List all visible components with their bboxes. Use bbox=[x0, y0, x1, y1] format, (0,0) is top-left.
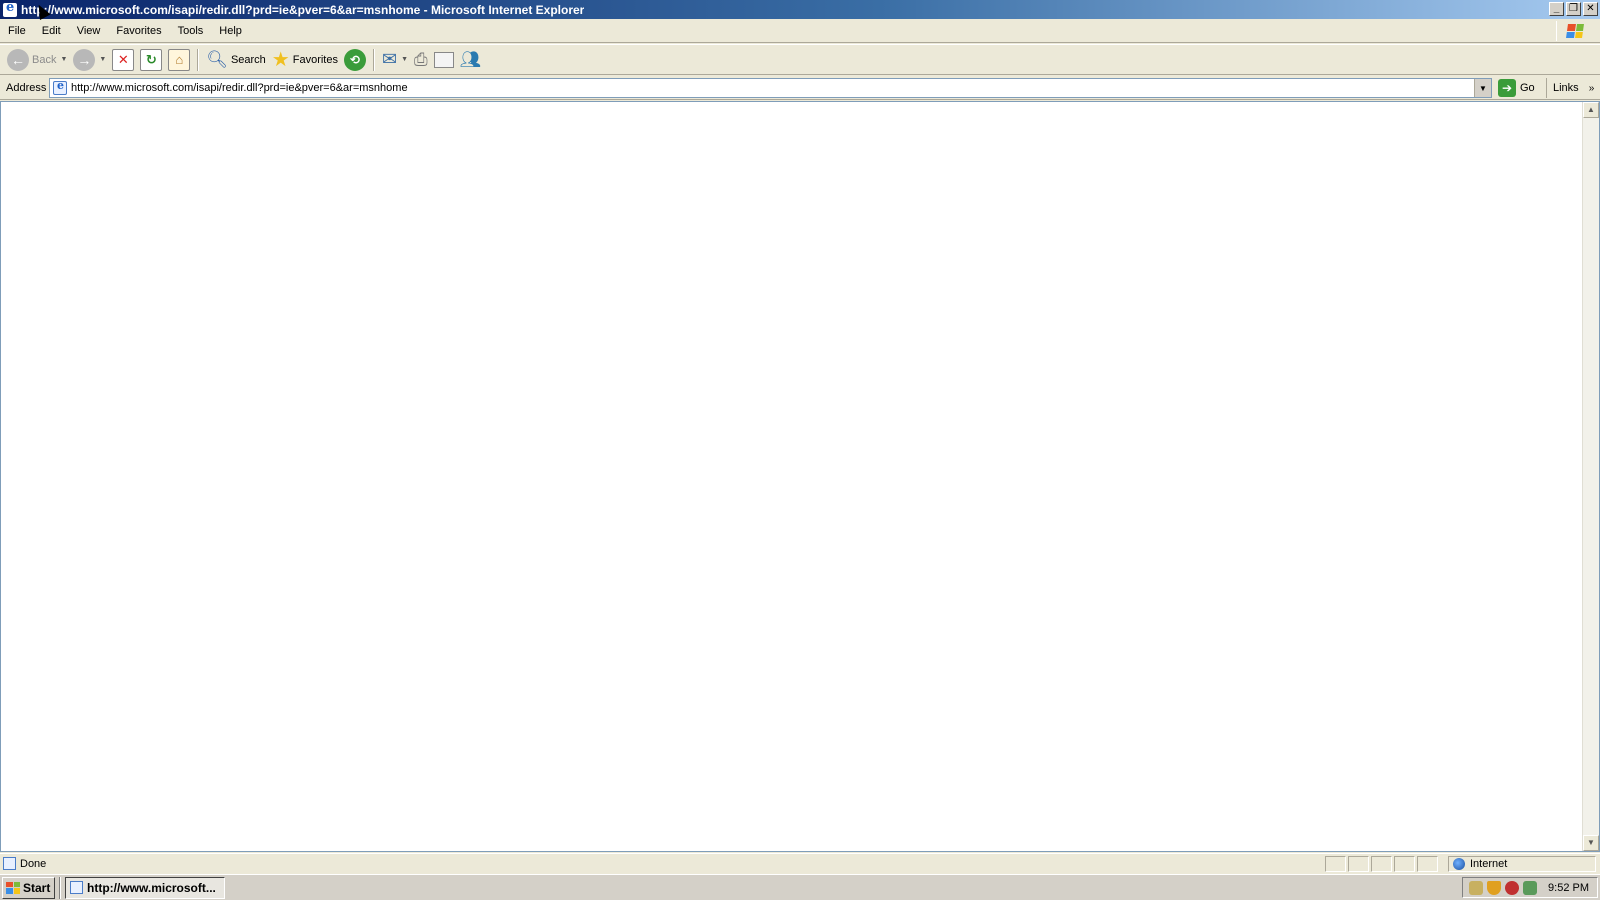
mail-icon: ✉ bbox=[381, 49, 398, 69]
window-title: http://www.microsoft.com/isapi/redir.dll… bbox=[21, 2, 585, 17]
search-label: Search bbox=[230, 53, 266, 66]
page-content[interactable]: ▲ ▼ bbox=[0, 101, 1600, 852]
minimize-button[interactable]: _ bbox=[1549, 2, 1564, 16]
stop-icon: ✕ bbox=[112, 48, 135, 71]
status-bar: Done Internet bbox=[0, 853, 1600, 873]
mail-dropdown-icon[interactable]: ▼ bbox=[401, 56, 408, 63]
security-zone[interactable]: Internet bbox=[1448, 856, 1596, 872]
print-button[interactable]: ⎙ bbox=[411, 47, 431, 73]
history-icon: ⟲ bbox=[343, 48, 366, 71]
status-pane bbox=[1371, 856, 1392, 872]
sync-icon[interactable] bbox=[1523, 880, 1537, 895]
forward-button[interactable]: → ▼ bbox=[70, 47, 109, 73]
printer-icon: ⎙ bbox=[414, 49, 428, 69]
title-bar[interactable]: http://www.microsoft.com/isapi/redir.dll… bbox=[0, 0, 1600, 19]
history-button[interactable]: ⟲ bbox=[341, 47, 369, 73]
mail-button[interactable]: ✉ ▼ bbox=[379, 47, 411, 73]
edit-page-icon bbox=[433, 51, 454, 68]
menu-favorites[interactable]: Favorites bbox=[108, 25, 169, 37]
ie-icon bbox=[70, 881, 83, 894]
address-dropdown-icon[interactable]: ▼ bbox=[1474, 79, 1491, 97]
messenger-icon: 👥︎ bbox=[459, 49, 482, 69]
menu-file[interactable]: File bbox=[0, 25, 34, 37]
links-toolbar[interactable]: Links » bbox=[1546, 78, 1594, 98]
toolbar-separator bbox=[197, 48, 200, 71]
shield-icon[interactable] bbox=[1487, 880, 1501, 895]
links-label: Links bbox=[1553, 82, 1579, 94]
globe-icon bbox=[1453, 858, 1465, 870]
windows-flag-icon bbox=[6, 881, 20, 894]
status-left: Done bbox=[0, 857, 46, 870]
antivirus-icon[interactable] bbox=[1505, 880, 1519, 895]
status-panes bbox=[1325, 856, 1438, 872]
address-input[interactable] bbox=[71, 80, 1474, 96]
address-bar: Address ▼ ➔ Go Links » bbox=[0, 76, 1600, 100]
address-label: Address bbox=[6, 81, 47, 94]
windows-logo bbox=[1556, 21, 1592, 41]
status-pane bbox=[1394, 856, 1415, 872]
back-label: Back bbox=[32, 53, 57, 66]
favorites-button[interactable]: ★ Favorites bbox=[269, 47, 341, 73]
star-icon: ★ bbox=[271, 48, 290, 71]
scroll-up-button[interactable]: ▲ bbox=[1583, 102, 1599, 118]
page-icon bbox=[53, 79, 67, 95]
taskbar: Start http://www.microsoft... 9:52 PM bbox=[0, 874, 1600, 900]
messenger-button[interactable]: 👥︎ bbox=[457, 47, 485, 73]
forward-dropdown-icon[interactable]: ▼ bbox=[99, 56, 106, 63]
search-button[interactable]: 🔍︎ Search bbox=[203, 47, 268, 73]
back-dropdown-icon[interactable]: ▼ bbox=[60, 56, 67, 63]
close-button[interactable]: ✕ bbox=[1583, 2, 1598, 16]
taskbar-separator bbox=[59, 876, 61, 899]
search-icon: 🔍︎ bbox=[206, 49, 228, 69]
start-label: Start bbox=[23, 880, 51, 895]
menu-edit[interactable]: Edit bbox=[34, 25, 69, 37]
status-text: Done bbox=[20, 857, 47, 870]
status-pane bbox=[1325, 856, 1346, 872]
toolbar-separator bbox=[372, 48, 375, 71]
go-label: Go bbox=[1520, 82, 1535, 94]
go-button[interactable]: ➔ Go bbox=[1498, 78, 1535, 98]
status-pane bbox=[1417, 856, 1438, 872]
vertical-scrollbar[interactable]: ▲ ▼ bbox=[1582, 102, 1599, 851]
menu-bar: File Edit View Favorites Tools Help bbox=[0, 19, 1600, 43]
zone-label: Internet bbox=[1470, 858, 1508, 870]
back-button[interactable]: ← Back ▼ bbox=[4, 47, 70, 73]
menu-help[interactable]: Help bbox=[211, 25, 250, 37]
chevron-right-icon[interactable]: » bbox=[1589, 83, 1595, 94]
standard-toolbar: ← Back ▼ → ▼ ✕ ↻ ⌂ 🔍︎ Search ★ Favorites… bbox=[0, 44, 1600, 75]
refresh-icon: ↻ bbox=[140, 48, 163, 71]
windows-flag-icon bbox=[1565, 24, 1584, 38]
taskbar-ie-window[interactable]: http://www.microsoft... bbox=[65, 876, 225, 899]
task-label: http://www.microsoft... bbox=[87, 880, 216, 895]
forward-arrow-icon: → bbox=[73, 48, 96, 71]
menu-tools[interactable]: Tools bbox=[170, 25, 212, 37]
clock[interactable]: 9:52 PM bbox=[1548, 882, 1597, 894]
start-button[interactable]: Start bbox=[2, 876, 55, 899]
scroll-down-button[interactable]: ▼ bbox=[1583, 835, 1599, 851]
go-arrow-icon: ➔ bbox=[1498, 79, 1516, 97]
home-button[interactable]: ⌂ bbox=[165, 47, 193, 73]
status-pane bbox=[1348, 856, 1369, 872]
home-icon: ⌂ bbox=[168, 48, 191, 71]
page-status-icon bbox=[3, 857, 16, 870]
refresh-button[interactable]: ↻ bbox=[137, 47, 165, 73]
stop-button[interactable]: ✕ bbox=[109, 47, 137, 73]
menu-view[interactable]: View bbox=[69, 25, 109, 37]
network-icon[interactable] bbox=[1469, 880, 1483, 895]
edit-button[interactable] bbox=[431, 47, 457, 73]
back-arrow-icon: ← bbox=[7, 48, 29, 71]
system-tray: 9:52 PM bbox=[1462, 877, 1598, 898]
restore-button[interactable]: ❐ bbox=[1566, 2, 1581, 16]
window-controls: _ ❐ ✕ bbox=[1549, 2, 1598, 16]
favorites-label: Favorites bbox=[292, 53, 338, 66]
address-field[interactable]: ▼ bbox=[49, 78, 1492, 98]
ie-icon[interactable] bbox=[3, 0, 17, 17]
